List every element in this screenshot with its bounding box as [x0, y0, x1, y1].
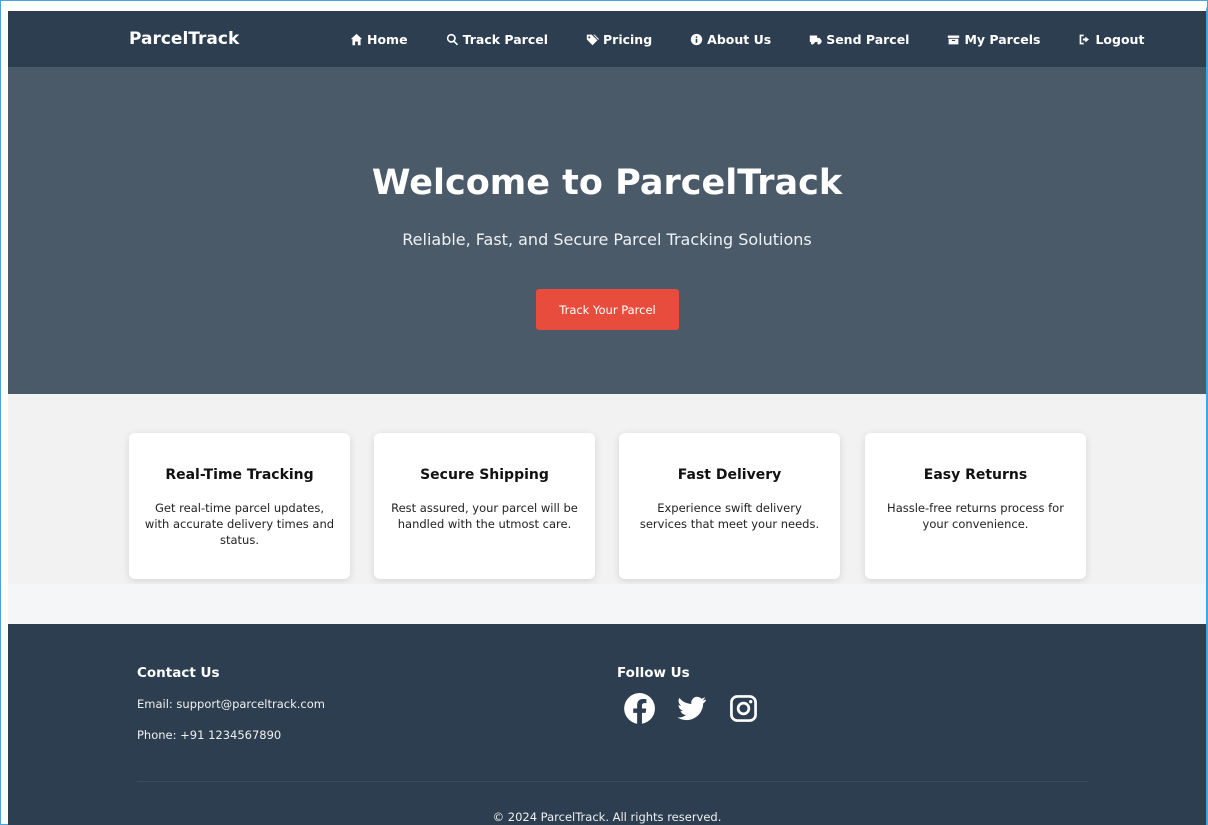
contact-heading: Contact Us — [137, 665, 220, 681]
home-icon — [350, 33, 363, 45]
features-section: Real-Time Tracking Get real-time parcel … — [8, 394, 1206, 584]
nav-item-pricing[interactable]: Pricing — [586, 32, 652, 47]
facebook-icon — [624, 693, 655, 724]
follow-heading: Follow Us — [617, 665, 690, 681]
nav-label: Logout — [1095, 31, 1145, 47]
feature-title: Secure Shipping — [420, 467, 549, 483]
nav-label: Home — [367, 31, 408, 47]
logout-icon — [1080, 34, 1090, 44]
box-icon — [948, 34, 960, 44]
section-spacer — [8, 584, 1206, 624]
navbar: ParcelTrack Home Track Parcel Pricing Ab… — [8, 11, 1206, 67]
nav-item-send-parcel[interactable]: Send Parcel — [809, 32, 909, 47]
instagram-link[interactable] — [727, 692, 760, 725]
feature-description: Hassle-free returns process for your con… — [887, 501, 1064, 531]
contact-email: Email: support@parceltrack.com — [137, 697, 325, 711]
nav-label: About Us — [707, 31, 772, 47]
tags-icon — [586, 34, 599, 45]
nav-item-about-us[interactable]: About Us — [690, 32, 771, 47]
hero-title: Welcome to ParcelTrack — [371, 163, 843, 203]
nav-item-logout[interactable]: Logout — [1078, 32, 1144, 47]
feature-description: Get real-time parcel updates, with accur… — [144, 501, 335, 547]
info-circle-icon — [690, 33, 703, 45]
nav-item-my-parcels[interactable]: My Parcels — [947, 32, 1040, 47]
copyright-text: © 2024 ParcelTrack. All rights reserved. — [492, 810, 722, 824]
truck-icon — [810, 34, 822, 45]
page: ParcelTrack Home Track Parcel Pricing Ab… — [8, 11, 1206, 825]
track-your-parcel-button[interactable]: Track Your Parcel — [536, 289, 679, 330]
hero-subtitle: Reliable, Fast, and Secure Parcel Tracki… — [402, 230, 812, 249]
nav-label: Pricing — [603, 31, 653, 47]
feature-card-secure-shipping: Secure Shipping Rest assured, your parce… — [374, 433, 595, 579]
hero-section: Welcome to ParcelTrack Reliable, Fast, a… — [8, 67, 1206, 394]
nav-links: Home Track Parcel Pricing About Us Send … — [350, 11, 1144, 67]
nav-item-home[interactable]: Home — [350, 32, 408, 47]
instagram-icon — [730, 695, 757, 722]
feature-description: Experience swift delivery services that … — [639, 501, 820, 531]
nav-label: Send Parcel — [826, 31, 910, 47]
feature-title: Real-Time Tracking — [165, 467, 314, 483]
feature-title: Easy Returns — [923, 467, 1028, 483]
feature-title: Fast Delivery — [677, 467, 782, 483]
feature-card-easy-returns: Easy Returns Hassle-free returns process… — [865, 433, 1086, 579]
feature-description: Rest assured, your parcel will be handle… — [391, 501, 578, 531]
twitter-icon — [677, 696, 706, 721]
facebook-link[interactable] — [623, 692, 656, 725]
nav-item-track-parcel[interactable]: Track Parcel — [446, 32, 548, 47]
social-links — [623, 692, 779, 725]
search-icon — [446, 33, 458, 45]
twitter-link[interactable] — [675, 692, 708, 725]
footer-divider — [137, 781, 1088, 782]
nav-label: My Parcels — [964, 31, 1041, 47]
contact-phone: Phone: +91 1234567890 — [137, 728, 282, 742]
feature-card-real-time-tracking: Real-Time Tracking Get real-time parcel … — [129, 433, 350, 579]
brand-logo[interactable]: ParcelTrack — [129, 11, 239, 67]
nav-label: Track Parcel — [462, 31, 548, 47]
footer: Contact Us Email: support@parceltrack.co… — [8, 624, 1206, 825]
feature-card-fast-delivery: Fast Delivery Experience swift delivery … — [619, 433, 840, 579]
